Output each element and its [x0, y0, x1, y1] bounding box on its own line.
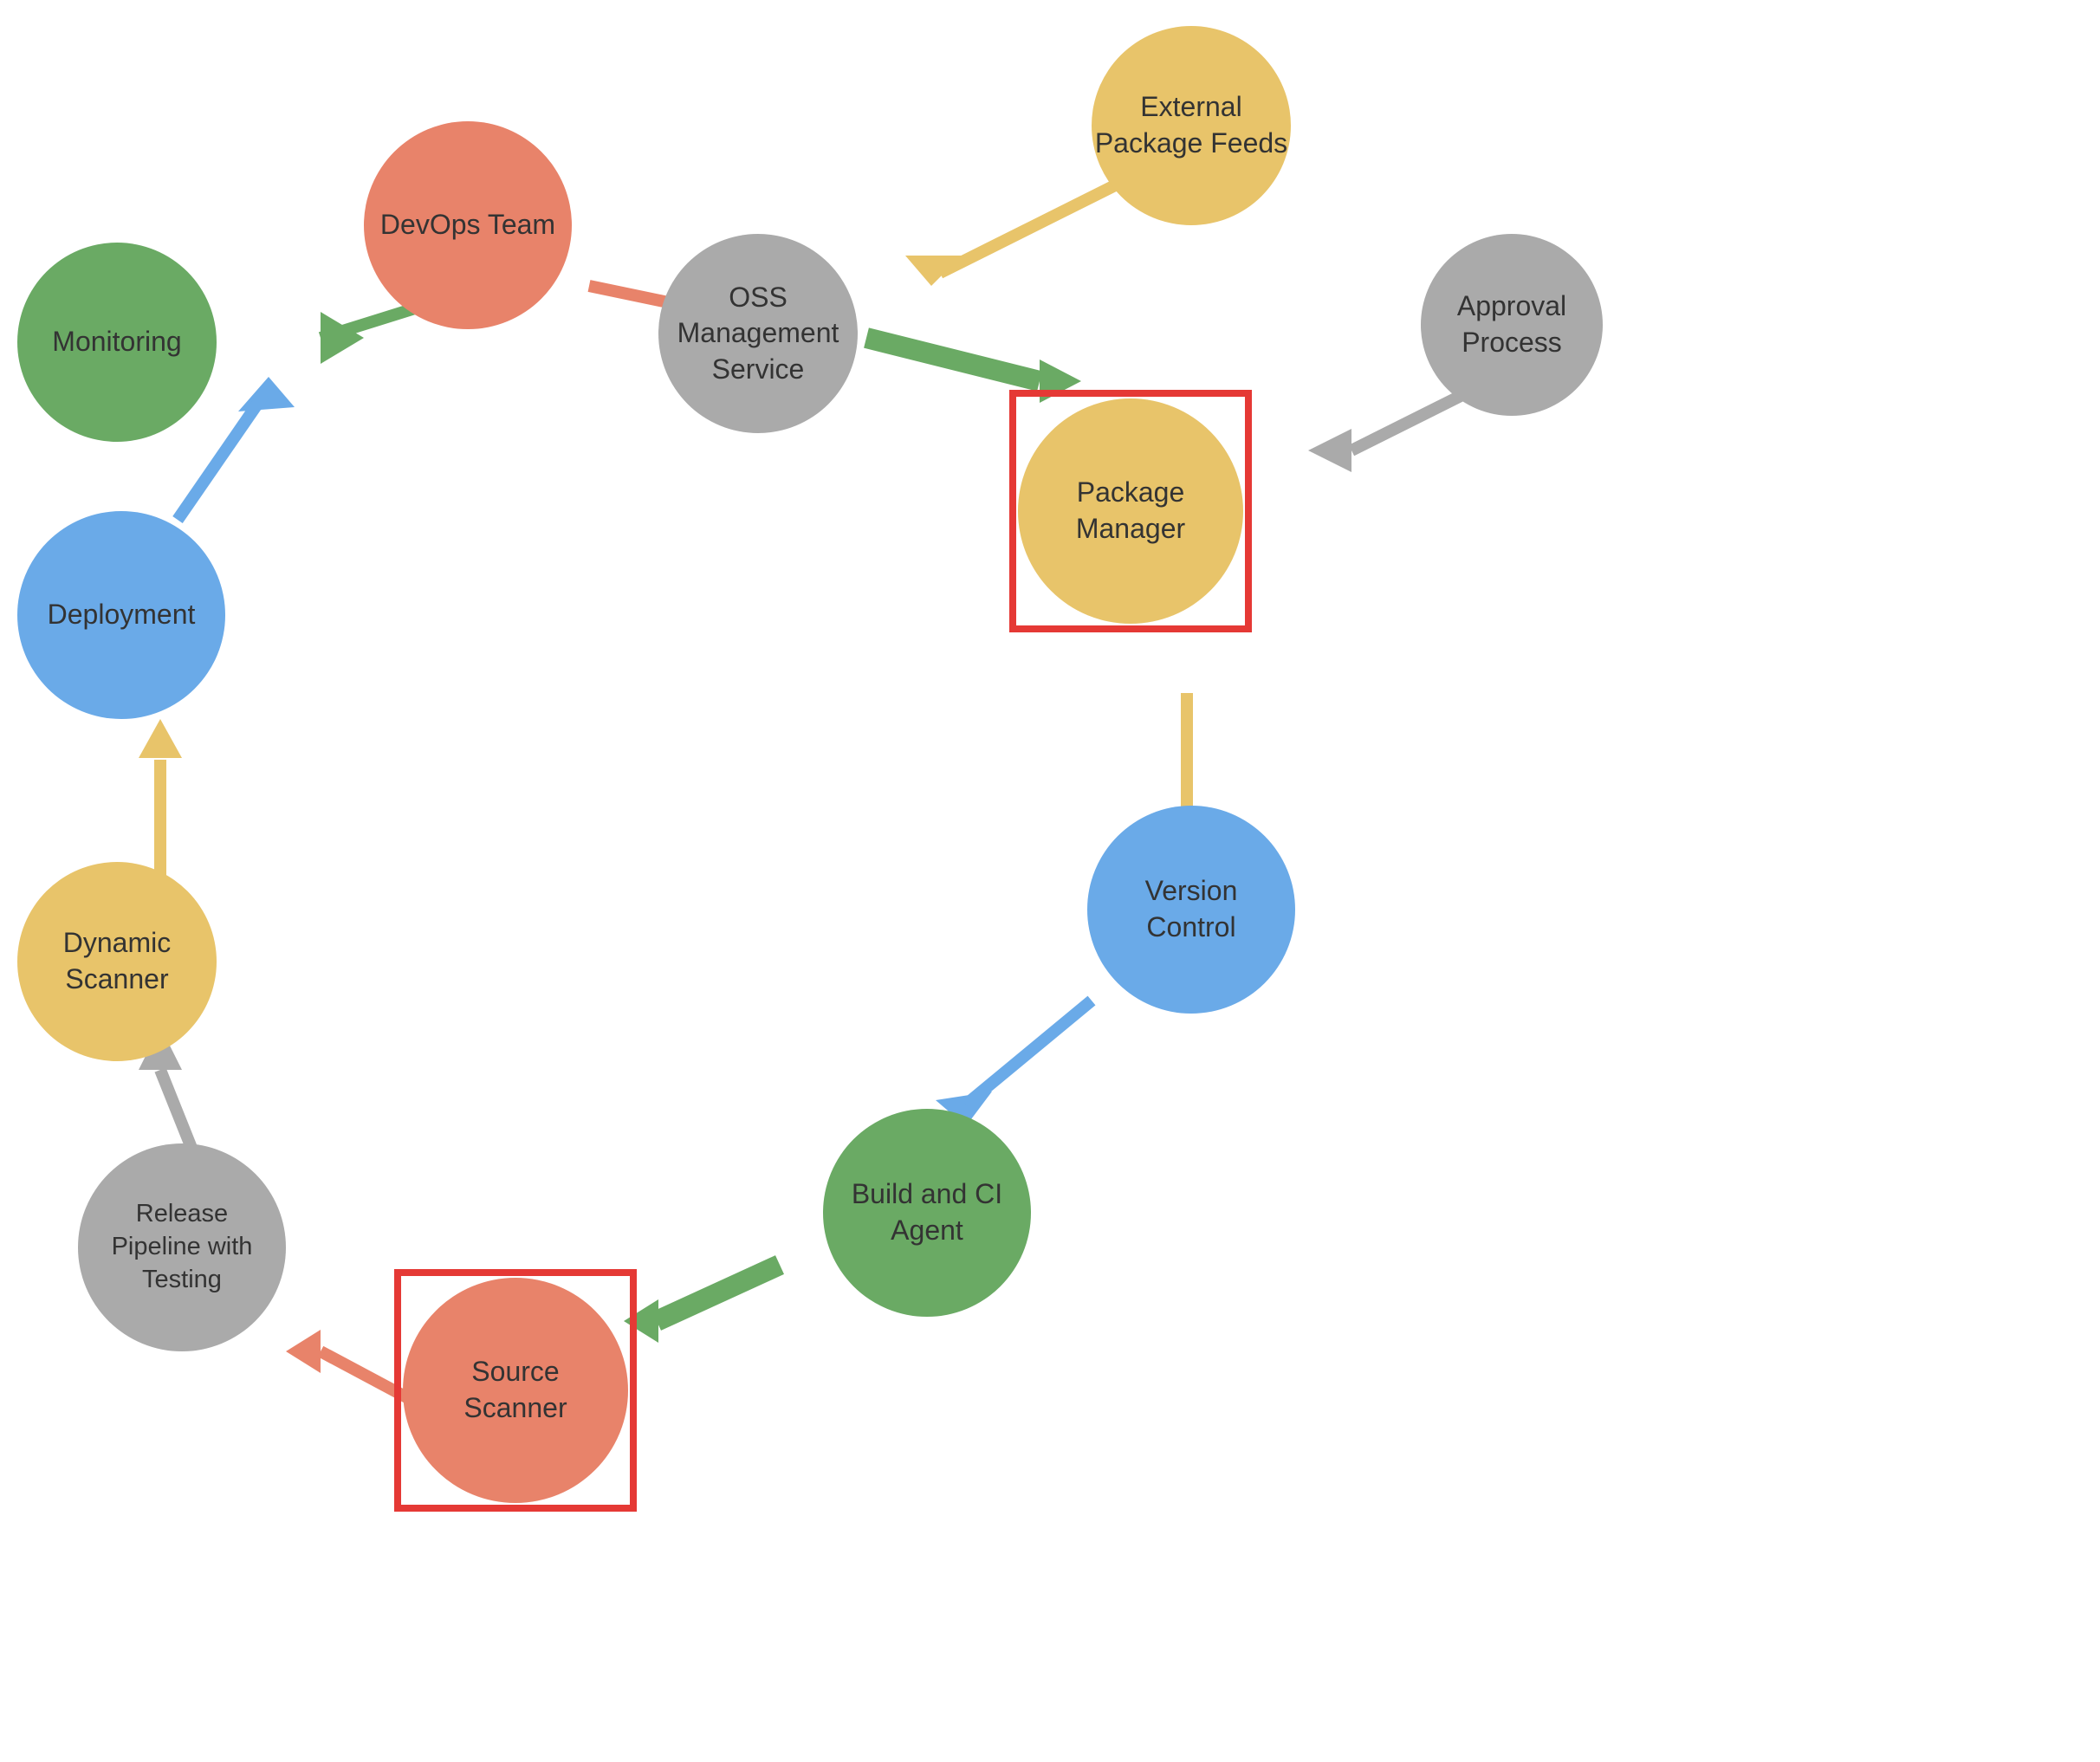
package-manager-border: Package Manager — [1009, 390, 1252, 632]
source-scanner-border: Source Scanner — [394, 1269, 637, 1512]
node-deployment: Deployment — [17, 511, 225, 719]
node-package-manager: Package Manager — [1018, 398, 1243, 624]
arrow-dynamic-deployment — [139, 719, 182, 758]
arrow-approval-pm — [1308, 429, 1351, 472]
line-vc-build — [966, 1001, 1092, 1104]
arrow-scanner-release — [286, 1330, 321, 1373]
line-oss-pm — [866, 338, 1040, 381]
node-release-pipeline: Release Pipeline with Testing — [78, 1143, 286, 1351]
node-monitoring: Monitoring — [17, 243, 217, 442]
node-oss-management: OSS Management Service — [658, 234, 858, 433]
diagram-container: Monitoring DevOps Team OSS Management Se… — [0, 0, 2100, 1762]
node-dynamic-scanner: Dynamic Scanner — [17, 862, 217, 1061]
arrow-deployment-monitoring — [238, 377, 295, 411]
node-external-feeds: External Package Feeds — [1092, 26, 1291, 225]
node-approval-process: Approval Process — [1421, 234, 1603, 416]
line-deployment-monitoring — [178, 394, 264, 520]
arrow-feeds-oss — [905, 256, 962, 286]
node-devops-team: DevOps Team — [364, 121, 572, 329]
arrows-layer — [0, 0, 2100, 1762]
node-build-ci: Build and CI Agent — [823, 1109, 1031, 1317]
arrow-monitoring-devops — [321, 312, 364, 364]
node-source-scanner: Source Scanner — [403, 1278, 628, 1503]
line-build-scanner — [657, 1265, 780, 1321]
line-approval-pm — [1351, 390, 1473, 450]
node-version-control: Version Control — [1087, 806, 1295, 1014]
